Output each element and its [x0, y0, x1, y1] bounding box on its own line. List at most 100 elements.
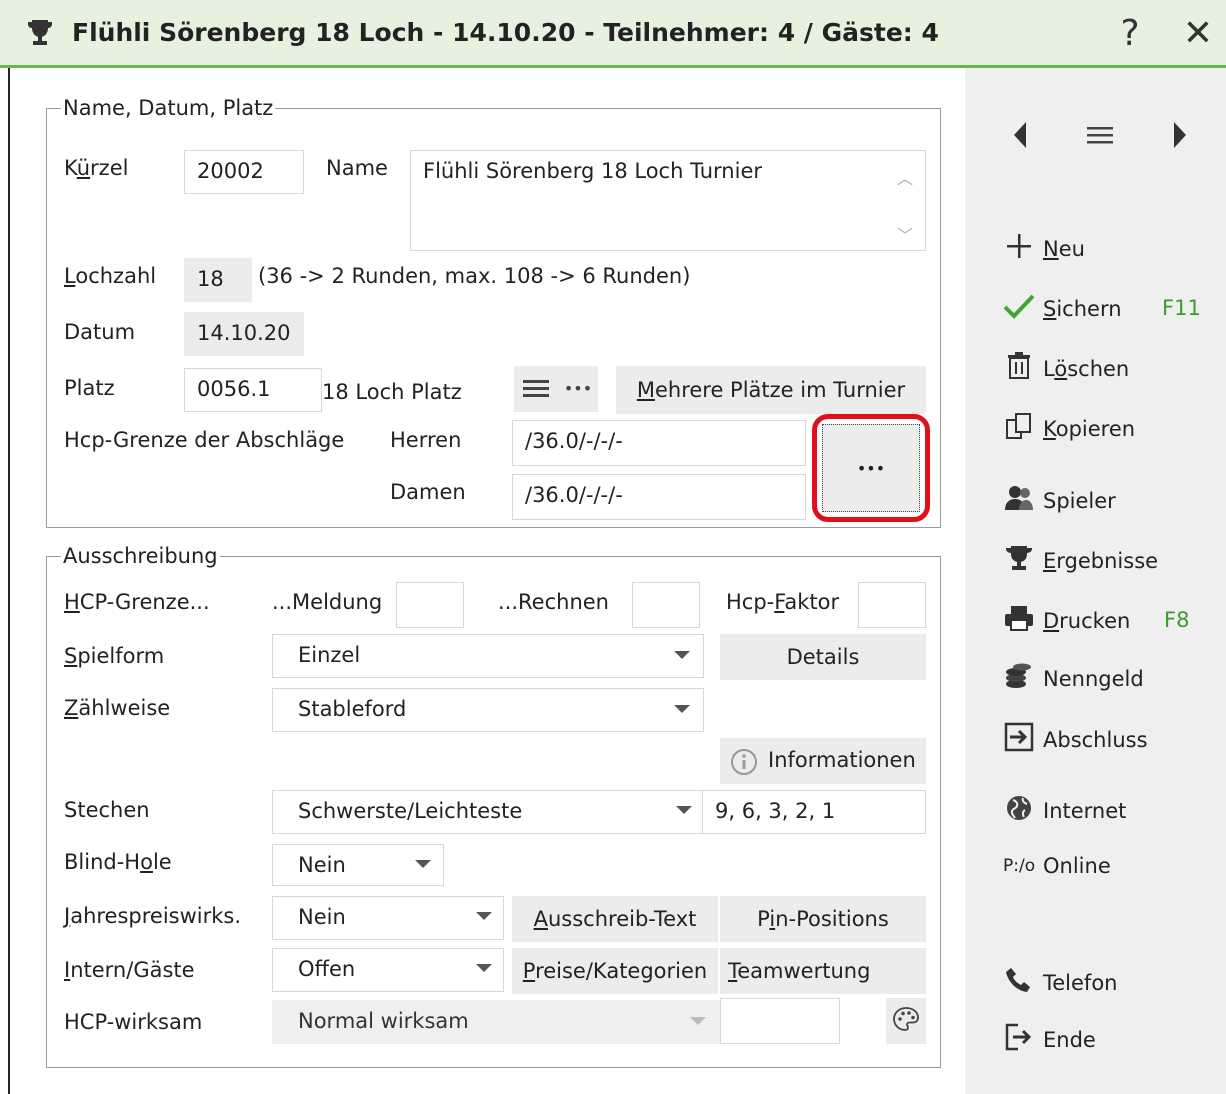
- meldung-field[interactable]: [396, 582, 464, 628]
- scroll-up-icon[interactable]: ︿: [897, 165, 913, 189]
- telefon-button[interactable]: Telefon: [1003, 966, 1117, 999]
- blind-hole-value: Nein: [298, 853, 346, 877]
- sichern-button[interactable]: Sichern: [1003, 292, 1122, 325]
- hcp-grenze-label: HCP-Grenze...: [64, 590, 210, 614]
- teamwertung-button[interactable]: Teamwertung: [720, 948, 926, 994]
- jahrespreis-label: Jahrespreiswirks.: [64, 904, 242, 928]
- blind-hole-label: Blind-Hole: [64, 850, 172, 874]
- stechen-select[interactable]: Schwerste/Leichteste: [272, 790, 704, 834]
- globe-icon: [1003, 794, 1035, 827]
- datum-label: Datum: [64, 320, 136, 344]
- stechen-label: Stechen: [64, 798, 150, 822]
- platz-name: 18 Loch Platz: [322, 380, 462, 404]
- next-icon[interactable]: [1172, 120, 1188, 155]
- kuerzel-field[interactable]: 20002: [184, 150, 304, 194]
- hcp-wirksam-label: HCP-wirksam: [64, 1010, 203, 1034]
- kopieren-button[interactable]: Kopieren: [1003, 412, 1135, 445]
- chevron-down-icon: [476, 912, 492, 920]
- close-button[interactable]: ✕: [1176, 12, 1220, 56]
- mehrere-plaetze-button[interactable]: Mehrere Plätze im Turnier: [616, 366, 926, 414]
- zaehlweise-select[interactable]: Stableford: [272, 688, 704, 732]
- chevron-down-icon: [676, 806, 692, 814]
- zaehlweise-label: Zählweise: [64, 696, 171, 720]
- stechen-holes-field[interactable]: 9, 6, 3, 2, 1: [702, 790, 926, 834]
- info-icon: [730, 748, 758, 781]
- preise-kategorien-button[interactable]: Preise/Kategorien: [512, 948, 718, 994]
- checkmark-icon: [1003, 292, 1035, 325]
- abschluss-button[interactable]: Abschluss: [1003, 722, 1148, 757]
- help-button[interactable]: ?: [1108, 12, 1152, 56]
- internet-button[interactable]: Internet: [1003, 794, 1126, 827]
- export-icon: [1003, 722, 1035, 757]
- pio-logo-icon: P:/o: [1003, 856, 1036, 876]
- window-title: Flühli Sörenberg 18 Loch - 14.10.20 - Te…: [72, 18, 939, 47]
- ende-label: Ende: [1043, 1027, 1096, 1052]
- previous-icon[interactable]: [1012, 120, 1028, 155]
- sichern-label: Sichern: [1043, 296, 1122, 321]
- chevron-down-icon: [674, 705, 690, 713]
- intern-gaeste-select[interactable]: Offen: [272, 948, 504, 992]
- spielform-select[interactable]: Einzel: [272, 634, 704, 678]
- pin-positions-button[interactable]: Pin-Positions: [720, 896, 926, 942]
- palette-button[interactable]: [886, 998, 926, 1044]
- hcp-wirksam-select[interactable]: Normal wirksam: [272, 1000, 720, 1044]
- lochzahl-label: Lochzahl: [64, 264, 157, 288]
- name-value: Flühli Sörenberg 18 Loch Turnier: [423, 159, 762, 183]
- rechnen-label: ...Rechnen: [498, 590, 609, 614]
- informationen-button[interactable]: Informationen: [720, 738, 926, 784]
- details-button[interactable]: Details: [720, 634, 926, 680]
- group-legend: Name, Datum, Platz: [63, 96, 274, 120]
- name-label: Name: [326, 156, 388, 180]
- phone-icon: [1003, 966, 1035, 999]
- palette-icon: [892, 1006, 920, 1039]
- online-button[interactable]: P:/o Online: [1003, 854, 1111, 878]
- ergebnisse-button[interactable]: Ergebnisse: [1003, 544, 1158, 577]
- informationen-label: Informationen: [768, 748, 916, 772]
- chevron-down-icon: [415, 860, 431, 868]
- scroll-down-icon[interactable]: ﹀: [897, 222, 913, 246]
- platz-label: Platz: [64, 376, 115, 400]
- online-label: Online: [1043, 854, 1111, 878]
- ende-button[interactable]: Ende: [1003, 1022, 1096, 1057]
- spieler-button[interactable]: Spieler: [1003, 484, 1116, 517]
- rechnen-field[interactable]: [632, 582, 700, 628]
- sichern-shortcut: F11: [1162, 296, 1201, 320]
- window-border: [8, 68, 10, 1094]
- nenngeld-button[interactable]: Nenngeld: [1003, 662, 1144, 695]
- coins-icon: [1003, 662, 1035, 695]
- hcp-faktor-field[interactable]: [858, 582, 926, 628]
- platz-field[interactable]: 0056.1: [184, 368, 322, 412]
- loeschen-button[interactable]: Löschen: [1003, 352, 1129, 385]
- neu-button[interactable]: Neu: [1003, 232, 1085, 265]
- abschluss-label: Abschluss: [1043, 727, 1148, 752]
- jahrespreis-select[interactable]: Nein: [272, 896, 504, 940]
- hcp-wirksam-value: Normal wirksam: [298, 1009, 469, 1033]
- plus-icon: [1003, 232, 1035, 265]
- lochzahl-field[interactable]: 18: [184, 258, 252, 302]
- platz-more-button[interactable]: •••: [558, 366, 598, 412]
- platz-list-button[interactable]: [514, 366, 558, 412]
- list-icon: [523, 378, 549, 405]
- kuerzel-label: Kürzel: [64, 156, 129, 180]
- group-legend: Ausschreibung: [63, 544, 218, 568]
- action-sidebar: [965, 68, 1226, 1094]
- kopieren-label: Kopieren: [1043, 416, 1136, 441]
- ausschreib-text-button[interactable]: Ausschreib-Text: [512, 896, 718, 942]
- herren-field[interactable]: /36.0/-/-/-: [512, 420, 806, 466]
- hcp-wirksam-extra-field[interactable]: [720, 998, 840, 1044]
- drucken-button[interactable]: Drucken: [1003, 604, 1130, 637]
- jahrespreis-value: Nein: [298, 905, 346, 929]
- neu-label: Neu: [1043, 236, 1085, 261]
- nenngeld-label: Nenngeld: [1043, 666, 1144, 691]
- name-field[interactable]: Flühli Sörenberg 18 Loch Turnier: [410, 150, 926, 251]
- hcp-faktor-label: Hcp-Faktor: [726, 590, 840, 614]
- menu-icon[interactable]: [1087, 124, 1113, 151]
- chevron-down-icon: [690, 1017, 706, 1025]
- hcp-grenze-edit-button[interactable]: •••: [822, 424, 920, 512]
- ergebnisse-label: Ergebnisse: [1043, 548, 1159, 573]
- loeschen-label: Löschen: [1043, 356, 1130, 381]
- drucken-label: Drucken: [1043, 608, 1131, 633]
- drucken-shortcut: F8: [1164, 608, 1190, 632]
- datum-field[interactable]: 14.10.20: [184, 312, 304, 356]
- damen-field[interactable]: /36.0/-/-/-: [512, 474, 806, 520]
